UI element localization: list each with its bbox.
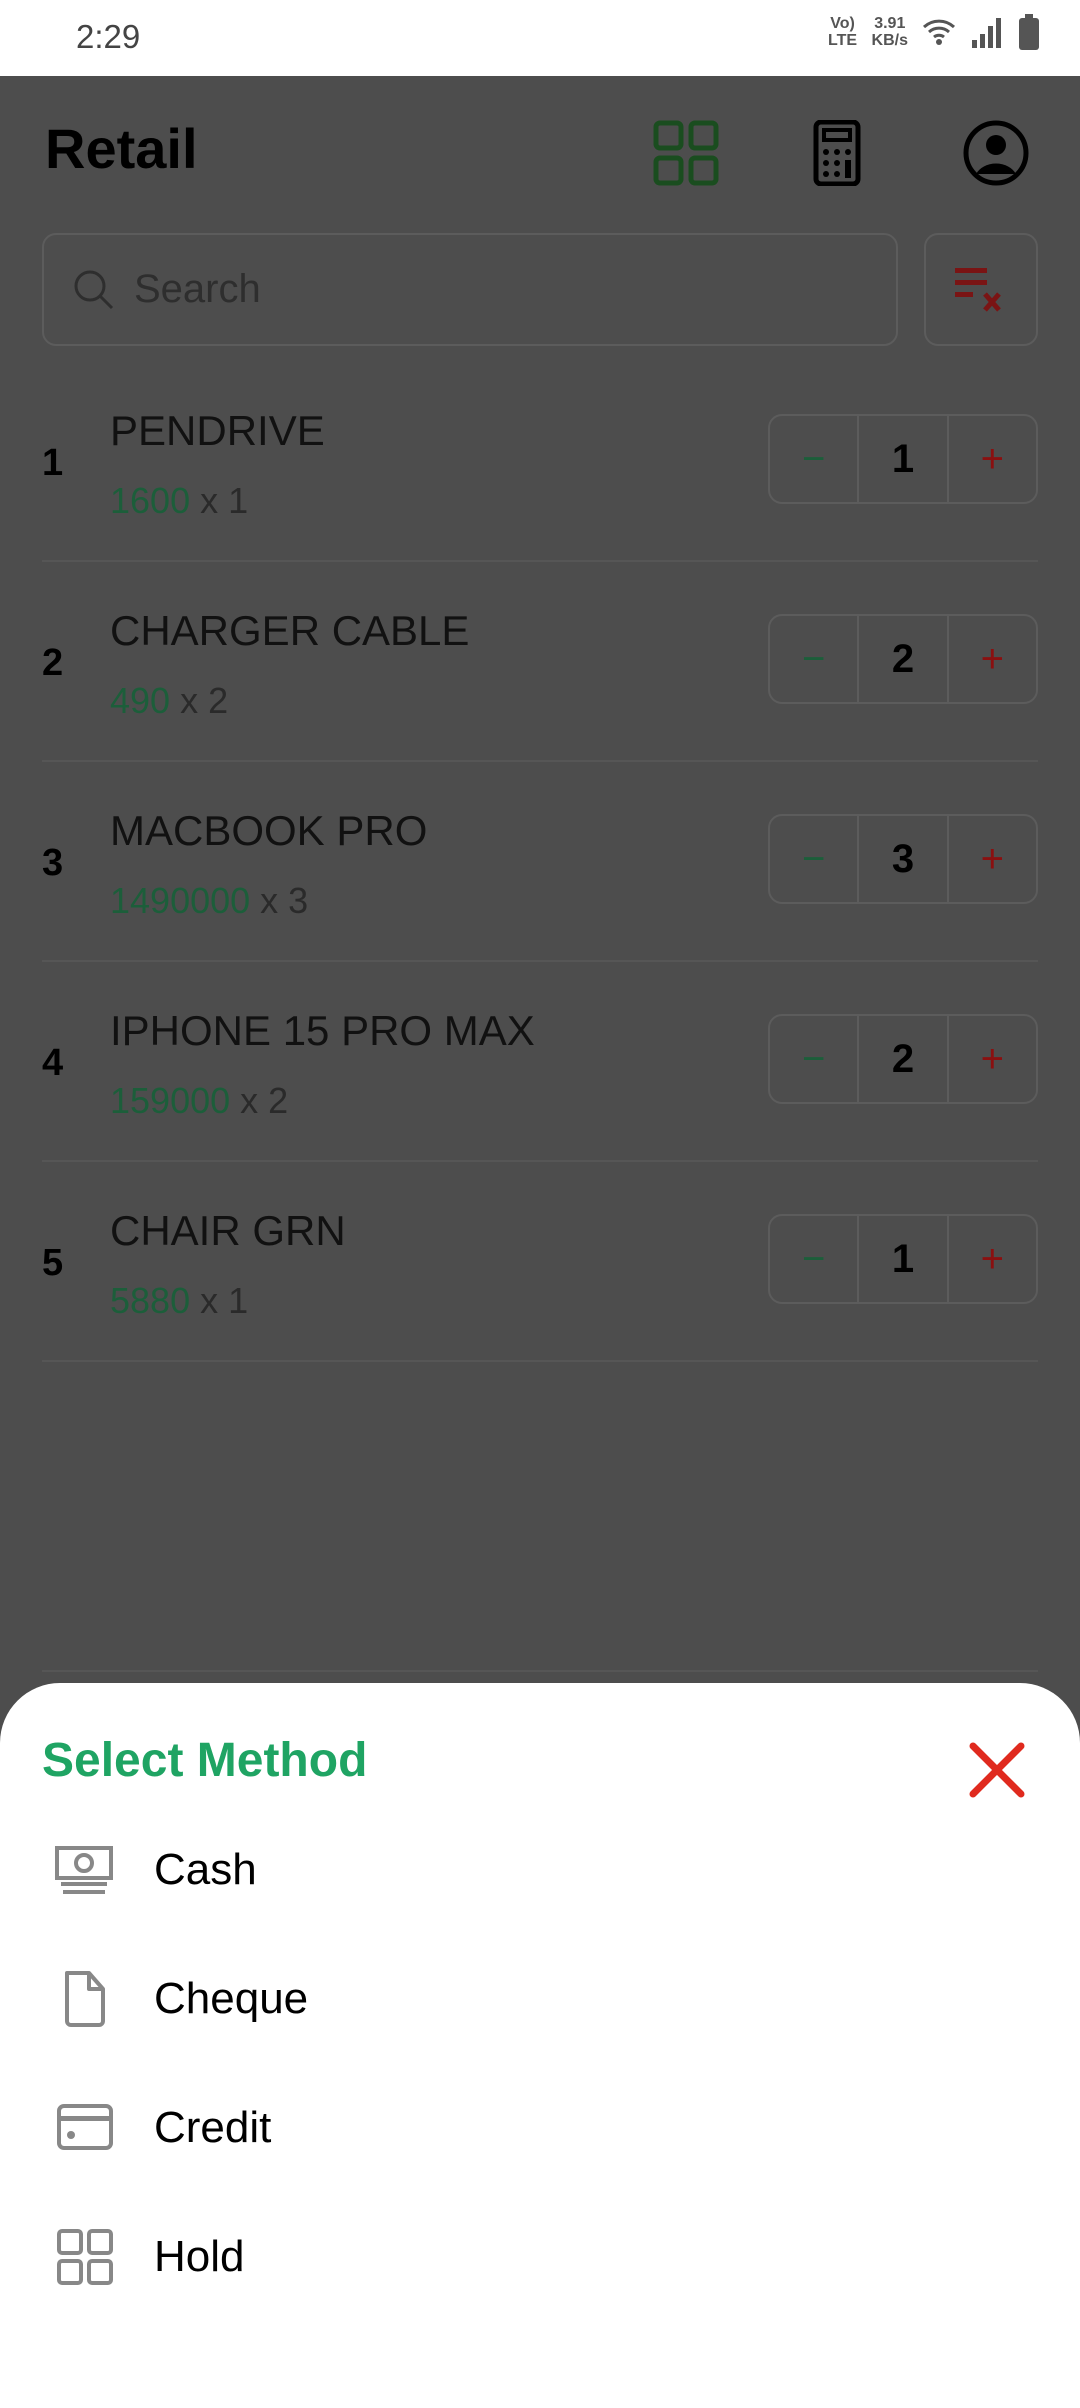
- item-name: MACBOOK PRO: [110, 807, 428, 854]
- item-name: CHAIR GRN: [110, 1207, 346, 1254]
- search-icon: [74, 270, 114, 309]
- credit-card-icon: [57, 2104, 113, 2150]
- method-label: Cheque: [154, 1974, 309, 2023]
- item-index: 2: [42, 642, 64, 684]
- item-index: 5: [42, 1242, 64, 1284]
- quantity-value: 2: [857, 616, 949, 702]
- method-hold[interactable]: Hold: [0, 2202, 1080, 2312]
- decrement-button[interactable]: −: [770, 1216, 857, 1302]
- status-time: 2:29: [76, 18, 141, 55]
- quantity-stepper: − 2 +: [768, 1014, 1038, 1104]
- network-speed: 3.91 KB/s: [872, 15, 908, 49]
- quantity-stepper: − 1 +: [768, 1214, 1038, 1304]
- decrement-button[interactable]: −: [770, 416, 857, 502]
- signal-icon: [972, 18, 1001, 48]
- increment-button[interactable]: +: [949, 616, 1036, 702]
- profile-icon[interactable]: [963, 120, 1029, 186]
- document-icon: [65, 1971, 105, 2027]
- item-name: CHARGER CABLE: [110, 607, 470, 654]
- unit-price: 159000: [110, 1080, 231, 1121]
- quantity-multiplier: x 2: [180, 680, 229, 721]
- decrement-button[interactable]: −: [770, 816, 857, 902]
- item-price: 490 x 2: [110, 680, 228, 722]
- quantity-stepper: − 3 +: [768, 814, 1038, 904]
- quantity-value: 2: [857, 1016, 949, 1102]
- method-label: Hold: [154, 2232, 245, 2281]
- item-name: IPHONE 15 PRO MAX: [110, 1007, 535, 1054]
- quantity-stepper: − 2 +: [768, 614, 1038, 704]
- quantity-value: 1: [857, 1216, 949, 1302]
- item-price: 5880 x 1: [110, 1280, 248, 1322]
- sheet-title: Select Method: [42, 1734, 368, 1787]
- method-credit[interactable]: Credit: [0, 2073, 1080, 2183]
- battery-icon: [1019, 14, 1039, 50]
- cart-item-row: 1 PENDRIVE 1600 x 1 − 1 +: [42, 362, 1038, 562]
- item-price: 1600 x 1: [110, 480, 248, 522]
- clear-cart-button[interactable]: [924, 233, 1038, 346]
- decrement-button[interactable]: −: [770, 616, 857, 702]
- network-label: Vo) LTE: [828, 15, 858, 49]
- quantity-stepper: − 1 +: [768, 414, 1038, 504]
- speed-unit: KB/s: [871, 32, 908, 49]
- decrement-button[interactable]: −: [770, 1016, 857, 1102]
- divider: [42, 1670, 1038, 1672]
- item-name: PENDRIVE: [110, 407, 325, 454]
- quantity-multiplier: x 1: [200, 1280, 249, 1321]
- quantity-value: 3: [857, 816, 949, 902]
- item-index: 1: [42, 442, 64, 484]
- method-cheque[interactable]: Cheque: [0, 1944, 1080, 2054]
- grid-icon: [57, 2229, 113, 2285]
- status-bar: 2:29 Vo) LTE 3.91 KB/s: [0, 0, 1080, 76]
- method-cash[interactable]: Cash: [0, 1815, 1080, 1925]
- item-price: 159000 x 2: [110, 1080, 288, 1122]
- unit-price: 1600: [110, 480, 191, 521]
- wifi-icon: [922, 19, 956, 45]
- item-index: 3: [42, 842, 64, 884]
- cart-item-row: 4 IPHONE 15 PRO MAX 159000 x 2 − 2 +: [42, 962, 1038, 1162]
- item-index: 4: [42, 1042, 64, 1084]
- quantity-multiplier: x 2: [240, 1080, 289, 1121]
- unit-price: 5880: [110, 1280, 191, 1321]
- method-label: Credit: [154, 2103, 272, 2152]
- increment-button[interactable]: +: [949, 416, 1036, 502]
- page-title: Retail: [45, 117, 198, 180]
- search-field[interactable]: [42, 233, 898, 346]
- unit-price: 490: [110, 680, 171, 721]
- quantity-multiplier: x 3: [260, 880, 309, 921]
- quantity-value: 1: [857, 416, 949, 502]
- unit-price: 1490000: [110, 880, 251, 921]
- increment-button[interactable]: +: [949, 1016, 1036, 1102]
- cart-item-row: 2 CHARGER CABLE 490 x 2 − 2 +: [42, 562, 1038, 762]
- increment-button[interactable]: +: [949, 1216, 1036, 1302]
- method-label: Cash: [154, 1845, 257, 1894]
- item-price: 1490000 x 3: [110, 880, 308, 922]
- quantity-multiplier: x 1: [200, 480, 249, 521]
- cart-item-row: 3 MACBOOK PRO 1490000 x 3 − 3 +: [42, 762, 1038, 962]
- increment-button[interactable]: +: [949, 816, 1036, 902]
- payment-method-sheet: Select Method Cash Cheque Credit Hold: [0, 1683, 1080, 2408]
- calculator-icon[interactable]: [804, 120, 870, 186]
- cart-item-row: 5 CHAIR GRN 5880 x 1 − 1 +: [42, 1162, 1038, 1362]
- cash-icon: [55, 1846, 113, 1894]
- close-icon[interactable]: [965, 1738, 1029, 1802]
- grid-icon[interactable]: [653, 120, 719, 186]
- speed-value: 3.91: [874, 15, 906, 32]
- clear-list-icon: [955, 267, 1001, 312]
- search-input[interactable]: [134, 267, 834, 312]
